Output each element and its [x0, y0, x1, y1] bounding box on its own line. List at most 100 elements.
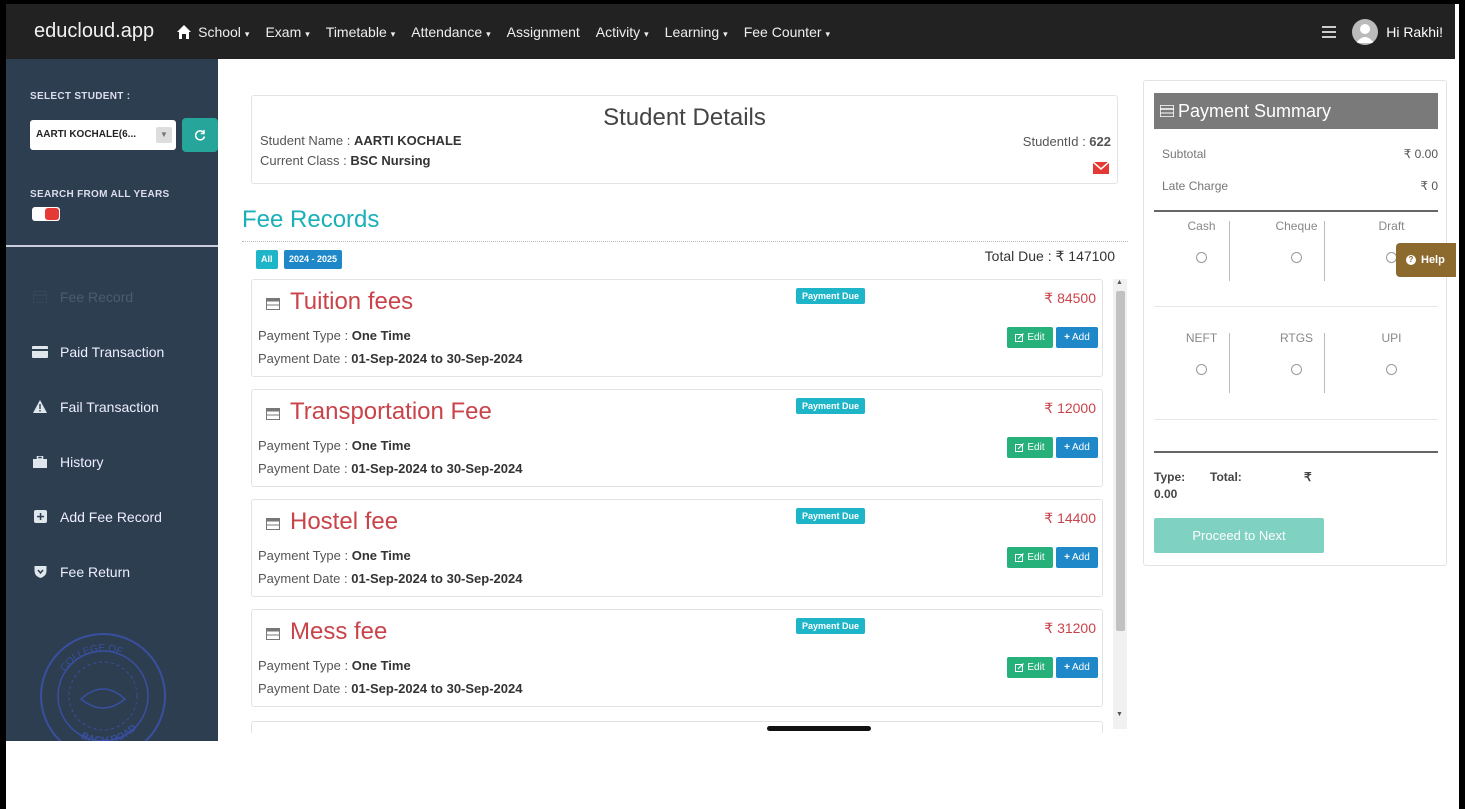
- payment-date: 01-Sep-2024 to 30-Sep-2024: [351, 461, 523, 476]
- student-select[interactable]: AARTI KOCHALE(6... ▼: [30, 120, 176, 150]
- question-icon: ?: [1406, 255, 1416, 265]
- edit-button[interactable]: Edit: [1007, 327, 1053, 348]
- payment-method-label: RTGS: [1279, 331, 1314, 345]
- payment-method-radio[interactable]: [1386, 364, 1397, 375]
- add-button[interactable]: + Add: [1056, 547, 1098, 568]
- status-badge: Payment Due: [796, 398, 866, 414]
- help-label: Help: [1421, 254, 1445, 266]
- search-all-years-label: SEARCH FROM ALL YEARS: [30, 189, 170, 200]
- fee-record-card: Hostel fee Payment Due ₹ 14400 Payment Type…: [251, 499, 1103, 597]
- scroll-thumb[interactable]: [1116, 291, 1125, 631]
- records-scrollbar[interactable]: ▲ ▼: [1113, 279, 1127, 729]
- add-button[interactable]: + Add: [1056, 657, 1098, 678]
- nav-learning[interactable]: Learning ▾: [665, 24, 728, 40]
- scroll-up-icon[interactable]: ▲: [1116, 279, 1123, 286]
- refresh-button[interactable]: [182, 118, 218, 152]
- payment-method-cash: Cash: [1154, 219, 1249, 263]
- sidebar-item-add-fee-record[interactable]: Add Fee Record: [6, 489, 218, 544]
- edit-button[interactable]: Edit: [1007, 437, 1053, 458]
- search-all-years-toggle[interactable]: [32, 207, 60, 221]
- select-student-label: SELECT STUDENT :: [30, 91, 131, 102]
- user-avatar[interactable]: [1352, 18, 1379, 45]
- filter-all-chip[interactable]: All: [256, 250, 278, 269]
- caret-down-icon: ▾: [305, 28, 310, 39]
- sidebar-menu: Fee Record Paid Transaction Fail Transacti…: [6, 269, 218, 599]
- nav-school[interactable]: School ▾: [198, 24, 249, 40]
- nav-activity[interactable]: Activity ▾: [596, 24, 649, 40]
- payment-methods-row-2: NEFT RTGS UPI: [1154, 329, 1438, 399]
- payment-date: 01-Sep-2024 to 30-Sep-2024: [351, 571, 523, 586]
- total-label: Total:: [1210, 470, 1242, 484]
- payment-method-radio[interactable]: [1291, 364, 1302, 375]
- payment-type: One Time: [351, 548, 411, 563]
- payment-method-label: UPI: [1381, 331, 1402, 345]
- card-icon: [32, 345, 48, 359]
- payment-method-rtgs: RTGS: [1249, 331, 1344, 375]
- sidebar-item-label: Paid Transaction: [60, 343, 165, 360]
- payment-method-neft: NEFT: [1154, 331, 1249, 375]
- menu-icon[interactable]: [1322, 25, 1337, 38]
- caret-down-icon: ▾: [825, 28, 831, 39]
- nav-fee-counter[interactable]: Fee Counter ▾: [744, 24, 830, 40]
- payment-method-radio[interactable]: [1196, 252, 1207, 263]
- help-button[interactable]: ? Help: [1396, 243, 1456, 277]
- payment-type: One Time: [351, 658, 411, 673]
- payment-type: One Time: [351, 328, 411, 343]
- edit-button[interactable]: Edit: [1007, 547, 1053, 568]
- mail-icon[interactable]: [1093, 162, 1109, 174]
- nav-timetable[interactable]: Timetable ▾: [326, 24, 395, 40]
- divider: [1324, 333, 1325, 393]
- plus-icon: +: [1064, 552, 1071, 563]
- payment-method-upi: UPI: [1344, 331, 1439, 375]
- user-greeting[interactable]: Hi Rakhi!: [1386, 24, 1443, 40]
- chevron-down-icon: ▼: [156, 127, 172, 143]
- brand-logo[interactable]: educloud.app: [34, 20, 154, 43]
- fee-record-card: Mess fee Payment Due ₹ 31200 Payment Type :…: [251, 609, 1103, 707]
- payment-method-label: Cash: [1187, 219, 1216, 233]
- sidebar-item-fee-record[interactable]: Fee Record: [6, 269, 218, 324]
- sidebar-item-fail-transaction[interactable]: Fail Transaction: [6, 379, 218, 434]
- late-charge-row: Late Charge ₹ 0: [1162, 179, 1438, 193]
- payment-type-line: Payment Type : One Time: [258, 658, 411, 673]
- payment-date-line: Payment Date : 01-Sep-2024 to 30-Sep-202…: [258, 461, 523, 476]
- payment-type-line: Payment Type : One Time: [258, 328, 411, 343]
- table-icon: [266, 628, 280, 640]
- payment-summary-header: Payment Summary: [1154, 93, 1438, 129]
- add-button[interactable]: + Add: [1056, 327, 1098, 348]
- status-badge: Payment Due: [796, 618, 866, 634]
- plus-icon: +: [1064, 662, 1071, 673]
- nav-exam[interactable]: Exam ▾: [265, 24, 309, 40]
- fee-records-list: Tuition fees Payment Due ₹ 84500 Payment Ty…: [251, 279, 1131, 733]
- fee-name: Transportation Fee: [290, 398, 492, 425]
- horizontal-scroll-indicator[interactable]: [767, 726, 871, 731]
- edit-button[interactable]: Edit: [1007, 657, 1053, 678]
- sidebar-item-paid-transaction[interactable]: Paid Transaction: [6, 324, 218, 379]
- payment-method-radio[interactable]: [1196, 364, 1207, 375]
- table-icon: [266, 518, 280, 530]
- payment-method-radio[interactable]: [1291, 252, 1302, 263]
- scroll-down-icon[interactable]: ▼: [1116, 711, 1123, 718]
- student-details-card: Student Details Student Name : AARTI KOC…: [251, 95, 1118, 184]
- student-id-line: StudentId : 622: [1022, 134, 1111, 149]
- add-button[interactable]: + Add: [1056, 437, 1098, 458]
- payment-type-line: Payment Type : One Time: [258, 548, 411, 563]
- main-nav: School ▾ Exam ▾ Timetable ▾ Attendance ▾ Assignm…: [198, 24, 846, 40]
- sidebar-item-history[interactable]: History: [6, 434, 218, 489]
- proceed-to-next-button[interactable]: Proceed to Next: [1154, 518, 1324, 553]
- rupee-symbol: ₹: [1304, 470, 1312, 484]
- nav-attendance[interactable]: Attendance ▾: [411, 24, 490, 40]
- home-icon[interactable]: [176, 24, 192, 40]
- filter-year-chip[interactable]: 2024 - 2025: [284, 250, 343, 269]
- list-item: [251, 721, 1103, 733]
- table-icon: [1160, 105, 1174, 117]
- table-icon: [266, 408, 280, 420]
- selected-student: AARTI KOCHALE(6...: [36, 129, 136, 140]
- sidebar-item-fee-return[interactable]: Fee Return: [6, 544, 218, 599]
- payment-date: 01-Sep-2024 to 30-Sep-2024: [351, 351, 523, 366]
- nav-assignment[interactable]: Assignment: [507, 24, 580, 40]
- payment-date: 01-Sep-2024 to 30-Sep-2024: [351, 681, 523, 696]
- caret-down-icon: ▾: [390, 28, 396, 39]
- plus-icon: +: [1064, 442, 1071, 453]
- divider: [1154, 306, 1438, 307]
- type-total-line: Type: Total: ₹: [1154, 470, 1312, 484]
